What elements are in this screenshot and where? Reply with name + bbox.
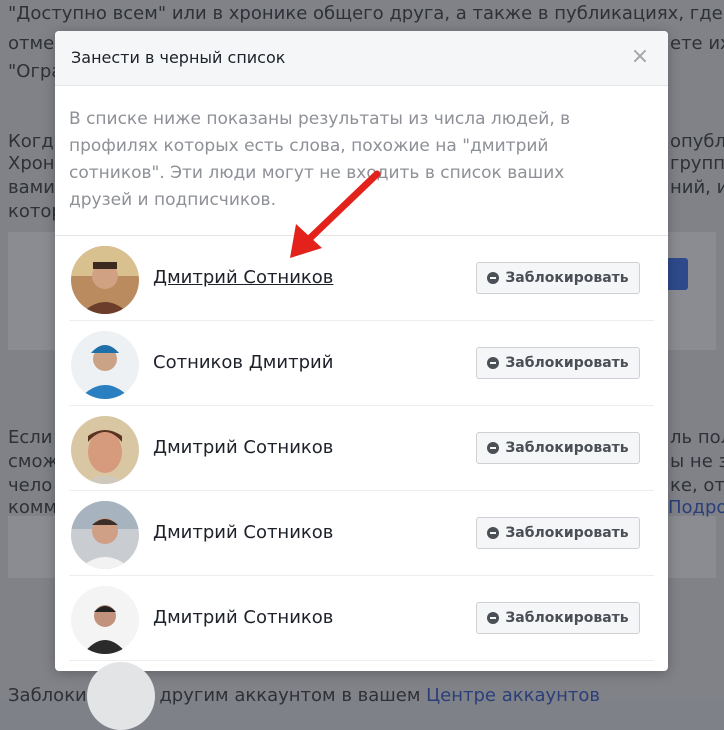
block-minus-icon	[487, 612, 500, 624]
background-text-fragment: группы	[670, 153, 724, 174]
dialog-header: Занести в черный список ×	[55, 31, 668, 86]
block-button[interactable]: Заблокировать	[476, 262, 640, 294]
dialog-title: Занести в черный список	[71, 48, 286, 67]
avatar[interactable]	[71, 416, 139, 484]
block-button-label: Заблокировать	[505, 270, 629, 286]
background-text-line: Если	[8, 427, 53, 448]
avatar[interactable]	[71, 501, 139, 569]
person-row: Дмитрий Сотников Заблокировать	[69, 236, 654, 321]
block-button[interactable]: Заблокировать	[476, 517, 640, 549]
background-text-line: "Доступно всем" или в хронике общего дру…	[8, 3, 724, 24]
background-text-fragment: ете их	[670, 33, 724, 54]
background-text-fragment: ы не з	[670, 451, 724, 472]
person-row: Дмитрий Сотников Заблокировать	[69, 406, 654, 491]
block-button-label: Заблокировать	[505, 610, 629, 626]
close-icon[interactable]: ×	[630, 45, 650, 69]
person-name-link[interactable]: Дмитрий Сотников	[153, 267, 333, 288]
block-minus-icon	[487, 527, 500, 539]
background-text-line: Хрон	[8, 153, 55, 174]
avatar[interactable]	[71, 331, 139, 399]
dialog-description: В списке ниже показаны результаты из чис…	[55, 86, 668, 236]
background-link-fragment: Подроб	[668, 497, 724, 518]
background-text-line: комм	[8, 497, 58, 518]
block-minus-icon	[487, 442, 500, 454]
background-footer-text: Заблокировано другим аккаунтом в вашем	[8, 685, 427, 706]
background-text-line: отме	[8, 33, 55, 54]
block-button[interactable]: Заблокировать	[476, 602, 640, 634]
accounts-center-link: Центре аккаунтов	[426, 685, 601, 706]
background-text-fragment: ке, отм	[670, 475, 724, 496]
person-row: Дмитрий Сотников Заблокировать	[69, 576, 654, 661]
background-text-fragment: ль пол	[670, 427, 724, 448]
background-text-fragment: опубл	[670, 131, 724, 152]
person-row: Сотников Дмитрий Заблокировать	[69, 321, 654, 406]
person-name[interactable]: Дмитрий Сотников	[153, 522, 333, 543]
block-button[interactable]: Заблокировать	[476, 432, 640, 464]
background-text-line: смож	[8, 451, 59, 472]
background-text-fragment: ний, и	[670, 177, 724, 198]
block-button-label: Заблокировать	[505, 440, 629, 456]
person-row: Дмитрий Сотников Заблокировать	[69, 491, 654, 576]
block-minus-icon	[487, 272, 500, 284]
block-button-label: Заблокировать	[505, 355, 629, 371]
people-list: Дмитрий Сотников Заблокировать Сотников …	[55, 236, 668, 661]
background-text-line: вами	[8, 177, 55, 198]
person-name[interactable]: Дмитрий Сотников	[153, 437, 333, 458]
person-name[interactable]: Дмитрий Сотников	[153, 607, 333, 628]
block-minus-icon	[487, 357, 500, 369]
person-name[interactable]: Сотников Дмитрий	[153, 352, 333, 373]
blocklist-dialog: Занести в черный список × В списке ниже …	[55, 31, 668, 671]
avatar-partial	[87, 662, 155, 730]
background-text-line: чело	[8, 475, 53, 496]
avatar[interactable]	[71, 586, 139, 654]
block-button-label: Заблокировать	[505, 525, 629, 541]
avatar[interactable]	[71, 246, 139, 314]
block-button[interactable]: Заблокировать	[476, 347, 640, 379]
